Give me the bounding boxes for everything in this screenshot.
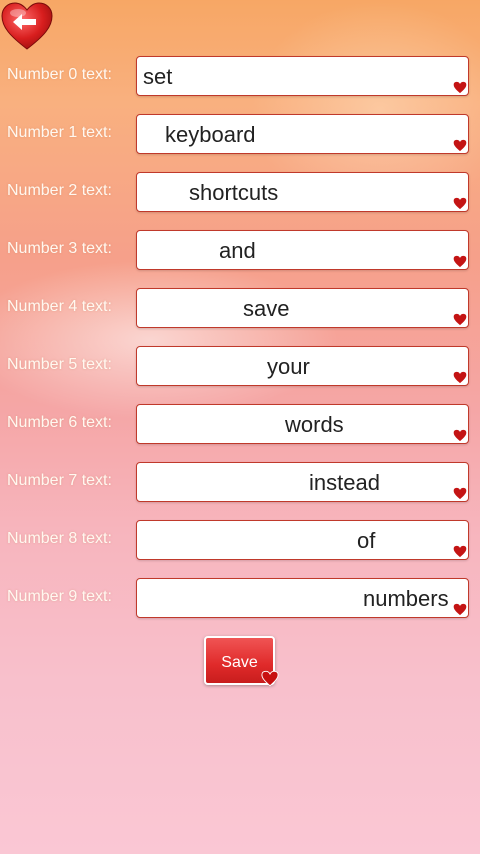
number-8-row: Number 8 text: of <box>0 520 480 564</box>
number-8-value: of <box>357 528 376 553</box>
number-8-text-field[interactable]: of <box>136 520 469 560</box>
number-3-label: Number 3 text: <box>7 240 112 257</box>
number-4-text-field[interactable]: save <box>136 288 469 328</box>
number-2-text-field[interactable]: shortcuts <box>136 172 469 212</box>
save-button[interactable]: Save <box>204 636 279 687</box>
number-8-label: Number 8 text: <box>7 530 112 547</box>
number-7-value: instead <box>309 470 380 495</box>
number-0-label: Number 0 text: <box>7 66 112 83</box>
number-0-row: Number 0 text: set <box>0 56 480 100</box>
number-0-value: set <box>143 64 173 89</box>
number-7-text-field[interactable]: instead <box>136 462 469 502</box>
number-4-value: save <box>243 296 290 321</box>
number-9-text-field[interactable]: numbers <box>136 578 469 618</box>
number-2-row: Number 2 text: shortcuts <box>0 172 480 216</box>
number-2-value: shortcuts <box>189 180 279 205</box>
heart-icon <box>453 139 467 152</box>
number-3-text-field[interactable]: and <box>136 230 469 270</box>
heart-icon <box>453 313 467 326</box>
number-4-row: Number 4 text: save <box>0 288 480 332</box>
save-label: Save <box>221 654 258 671</box>
back-button[interactable] <box>0 2 54 52</box>
number-3-row: Number 3 text: and <box>0 230 480 274</box>
number-9-label: Number 9 text: <box>7 588 112 605</box>
heart-icon <box>453 603 467 616</box>
number-9-row: Number 9 text: numbers <box>0 578 480 622</box>
number-1-label: Number 1 text: <box>7 124 112 141</box>
number-5-row: Number 5 text: your <box>0 346 480 390</box>
number-7-row: Number 7 text: instead <box>0 462 480 506</box>
heart-icon <box>453 487 467 500</box>
number-1-text-field[interactable]: keyboard <box>136 114 469 154</box>
number-3-value: and <box>219 238 256 263</box>
heart-icon <box>453 371 467 384</box>
number-6-label: Number 6 text: <box>7 414 112 431</box>
number-6-row: Number 6 text: words <box>0 404 480 448</box>
heart-icon <box>261 670 279 687</box>
number-5-value: your <box>267 354 310 379</box>
number-4-label: Number 4 text: <box>7 298 112 315</box>
number-7-label: Number 7 text: <box>7 472 112 489</box>
heart-back-arrow-icon <box>1 2 53 50</box>
number-1-row: Number 1 text: keyboard <box>0 114 480 158</box>
number-5-text-field[interactable]: your <box>136 346 469 386</box>
number-6-value: words <box>285 412 344 437</box>
number-2-label: Number 2 text: <box>7 182 112 199</box>
heart-icon <box>453 255 467 268</box>
number-1-value: keyboard <box>165 122 256 147</box>
number-0-text-field[interactable]: set <box>136 56 469 96</box>
heart-icon <box>453 197 467 210</box>
number-6-text-field[interactable]: words <box>136 404 469 444</box>
number-5-label: Number 5 text: <box>7 356 112 373</box>
heart-icon <box>453 81 467 94</box>
number-9-value: numbers <box>363 586 449 611</box>
heart-icon <box>453 545 467 558</box>
heart-icon <box>453 429 467 442</box>
